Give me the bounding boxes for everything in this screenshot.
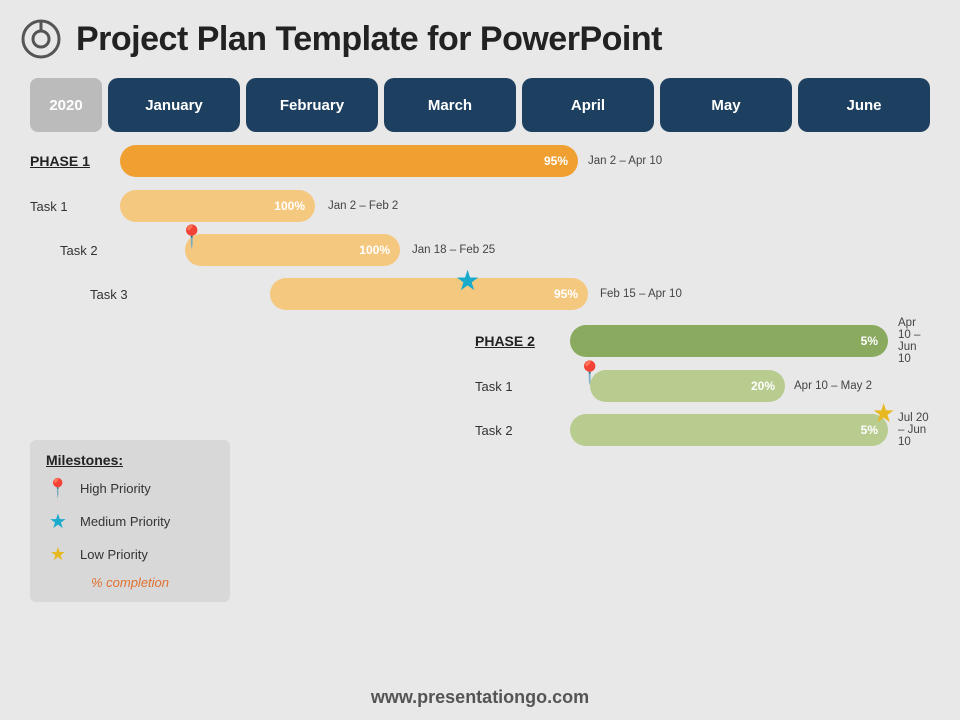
- bottom-section: Milestones: 📍 High Priority ★ Medium Pri…: [30, 440, 930, 602]
- phase1-pct: 95%: [544, 154, 568, 168]
- phase2-task2-label: Task 2: [475, 423, 513, 438]
- month-header-row: 2020 January February March April May Ju…: [30, 78, 930, 132]
- footer-text: www.presentationgo.com: [371, 687, 589, 707]
- medium-priority-label: Medium Priority: [80, 514, 170, 529]
- phase1-task2-pct: 100%: [359, 243, 390, 257]
- phase1-dates: Jan 2 – Apr 10: [588, 155, 662, 167]
- phase1-task1-dates: Jan 2 – Feb 2: [328, 200, 398, 212]
- phase1-bar: 95%: [120, 145, 578, 177]
- blue-star-icon-task3: ★: [455, 264, 480, 297]
- high-priority-icon: 📍: [46, 478, 70, 499]
- low-priority-label: Low Priority: [80, 547, 148, 562]
- phase1-task1-label: Task 1: [30, 199, 68, 214]
- phase2-task1-dates: Apr 10 – May 2: [794, 380, 872, 392]
- phase2-row: PHASE 2 5% Apr 10 – Jun 10: [30, 322, 930, 360]
- legend-box: Milestones: 📍 High Priority ★ Medium Pri…: [30, 440, 230, 602]
- gold-star-icon-p2t2: ★: [872, 398, 895, 429]
- red-pin-icon-p2t1: 📍: [576, 360, 603, 386]
- month-mar: March: [384, 78, 516, 132]
- phase1-task3-pct: 95%: [554, 287, 578, 301]
- phase2-dates: Apr 10 – Jun 10: [898, 317, 930, 365]
- month-jun: June: [798, 78, 930, 132]
- phase1-task3-bar: 95%: [270, 278, 588, 310]
- phase1-task1-bar: 100%: [120, 190, 315, 222]
- phase1-row: PHASE 1 95% Jan 2 – Apr 10: [30, 142, 930, 180]
- high-priority-label: High Priority: [80, 481, 151, 496]
- phase1-task3-dates: Feb 15 – Apr 10: [600, 288, 682, 300]
- phase2-task1-label: Task 1: [475, 379, 513, 394]
- phase1-task2-dates: Jan 18 – Feb 25: [412, 244, 495, 256]
- phase1-task2-bar: 100%: [185, 234, 400, 266]
- month-jan: January: [108, 78, 240, 132]
- phase1-task1-pct: 100%: [274, 199, 305, 213]
- phase2-task2-bar: 5%: [570, 414, 888, 446]
- phase2-task1-row: Task 1 📍 20% Apr 10 – May 2: [30, 368, 930, 404]
- low-priority-icon: ★: [46, 544, 70, 565]
- phase2-task2-dates: Jul 20 – Jun 10: [898, 412, 930, 448]
- legend-item-medium: ★ Medium Priority: [46, 509, 214, 534]
- month-apr: April: [522, 78, 654, 132]
- legend-item-low: ★ Low Priority: [46, 544, 214, 565]
- phase1-task1-row: Task 1 100% Jan 2 – Feb 2: [30, 188, 930, 224]
- phase2-pct: 5%: [861, 334, 878, 348]
- phase2-task1-pct: 20%: [751, 379, 775, 393]
- header: Project Plan Template for PowerPoint: [0, 0, 960, 70]
- phase2-task1-bar: 20%: [590, 370, 785, 402]
- red-pin-icon-task2: 📍: [178, 224, 205, 250]
- phase1-task2-label: Task 2: [60, 243, 98, 258]
- legend-title: Milestones:: [46, 452, 214, 468]
- month-feb: February: [246, 78, 378, 132]
- phase2-task2-row: Task 2 5% ★ Jul 20 – Jun 10: [30, 412, 930, 448]
- phase2-label: PHASE 2: [475, 333, 535, 349]
- phase2-bar: 5%: [570, 325, 888, 357]
- legend-item-high: 📍 High Priority: [46, 478, 214, 499]
- year-label: 2020: [30, 78, 102, 132]
- gantt-chart: PHASE 1 95% Jan 2 – Apr 10 Task 1 100% J…: [30, 142, 930, 432]
- phase1-task3-label: Task 3: [90, 287, 128, 302]
- completion-label: % completion: [46, 575, 214, 590]
- medium-priority-icon: ★: [46, 509, 70, 534]
- header-icon: [20, 18, 62, 60]
- page-title: Project Plan Template for PowerPoint: [76, 20, 662, 59]
- phase1-task3-row: Task 3 95% ★ Feb 15 – Apr 10: [30, 276, 930, 312]
- month-may: May: [660, 78, 792, 132]
- phase1-label: PHASE 1: [30, 153, 90, 169]
- footer: www.presentationgo.com: [0, 687, 960, 708]
- phase1-task2-row: Task 2 📍 100% Jan 18 – Feb 25: [30, 232, 930, 268]
